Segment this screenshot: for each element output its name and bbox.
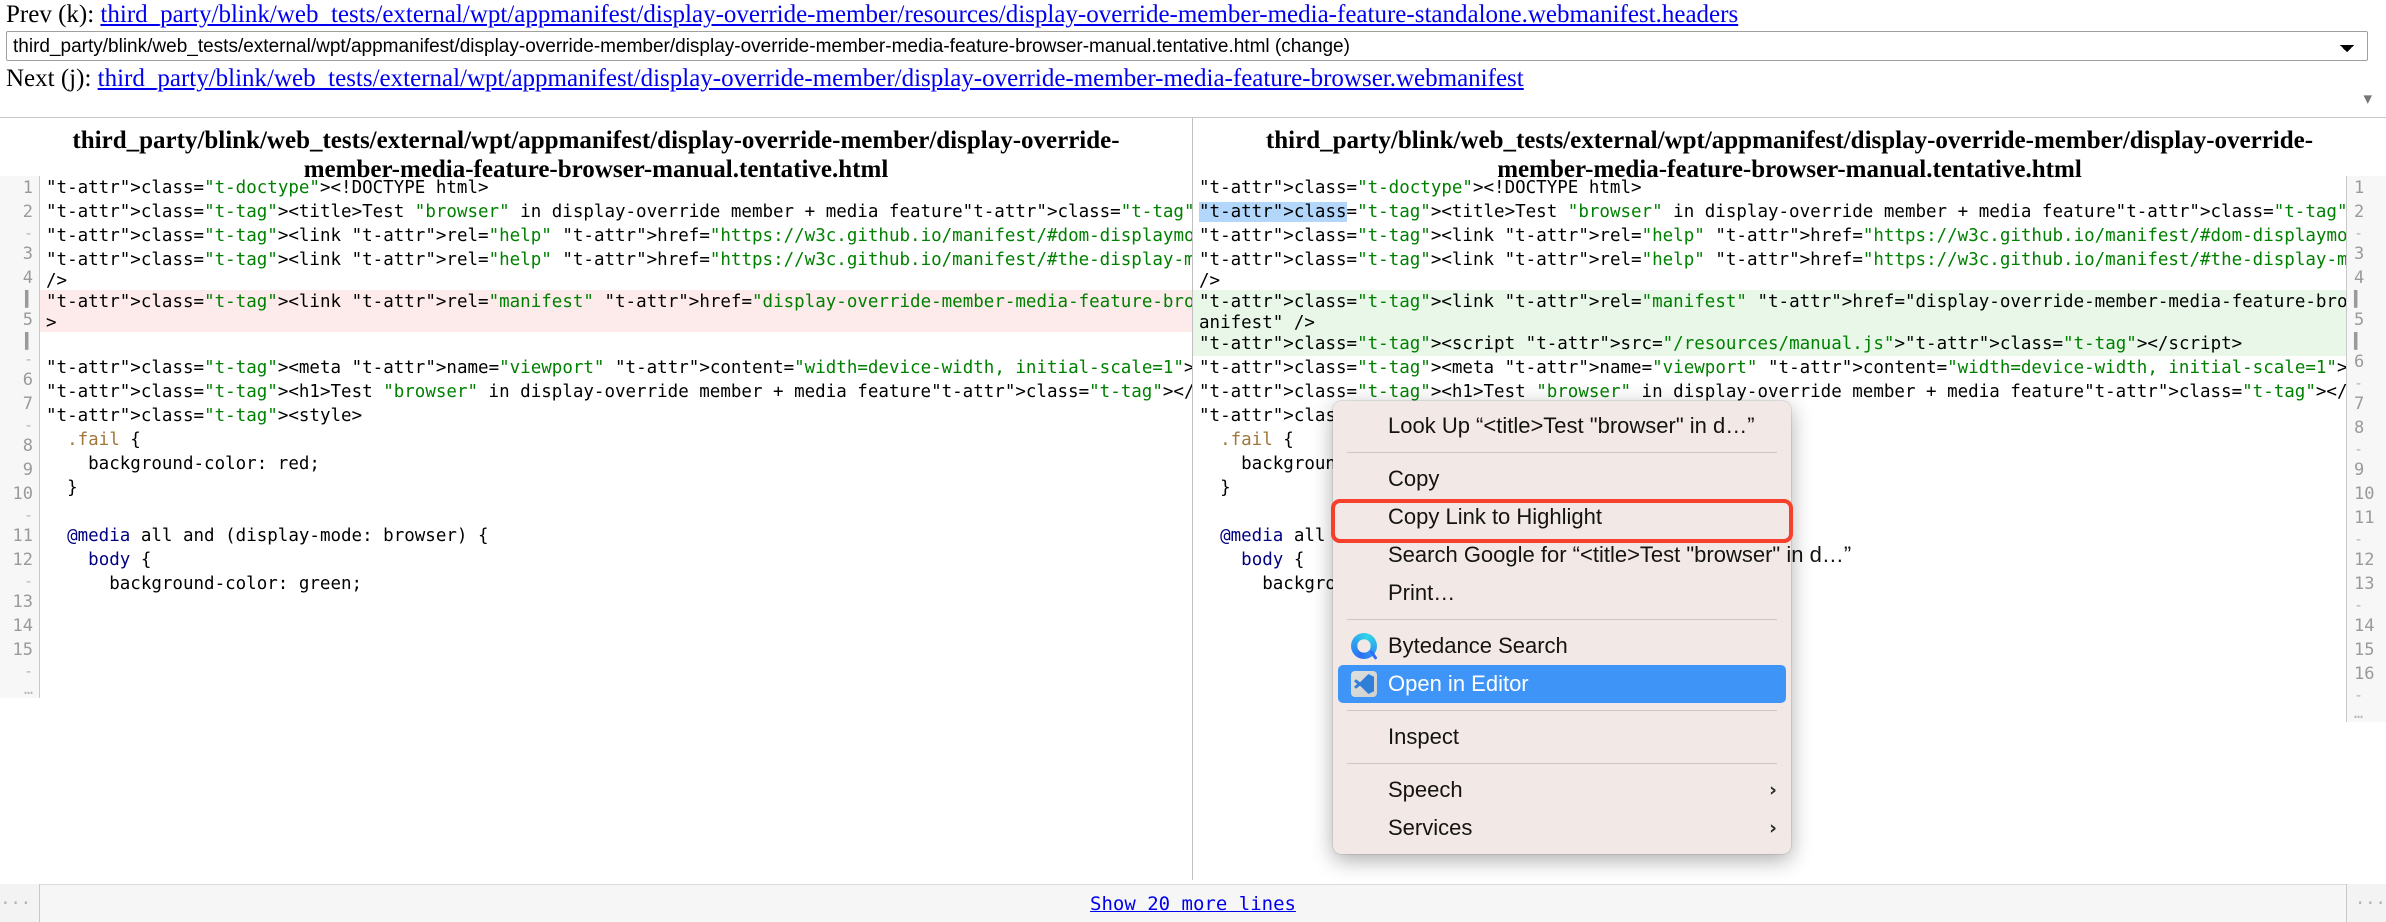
diff-pane-left: third_party/blink/web_tests/external/wpt… bbox=[0, 118, 1193, 880]
prev-file-link[interactable]: third_party/blink/web_tests/external/wpt… bbox=[100, 1, 1738, 28]
menu-item[interactable]: Open in Editor bbox=[1338, 665, 1786, 703]
code-line[interactable] bbox=[40, 332, 1192, 356]
show-more-footer: ... Show 20 more lines ... bbox=[0, 884, 2386, 922]
code-line[interactable]: "t-attr">class="t-tag"><style> bbox=[40, 404, 1192, 428]
code-line[interactable]: body { bbox=[40, 548, 1192, 572]
left-code-column[interactable]: "t-attr">class="t-doctype"><!DOCTYPE htm… bbox=[40, 176, 1192, 698]
code-line[interactable]: /> bbox=[40, 272, 1192, 290]
code-line[interactable]: @media all and (display-mode: browser) { bbox=[40, 524, 1192, 548]
code-line[interactable]: background-color: green; bbox=[40, 572, 1192, 596]
menu-item-label: Inspect bbox=[1388, 724, 1459, 749]
code-line[interactable]: "t-attr">class="t-tag"><link "t-attr">re… bbox=[1193, 248, 2346, 272]
menu-item-icon-placeholder bbox=[1351, 466, 1377, 492]
file-select[interactable]: third_party/blink/web_tests/external/wpt… bbox=[6, 31, 2368, 61]
code-line[interactable]: .fail { bbox=[40, 428, 1192, 452]
menu-separator bbox=[1347, 710, 1777, 711]
file-select-row: third_party/blink/web_tests/external/wpt… bbox=[0, 29, 2386, 64]
menu-item-label: Copy Link to Highlight bbox=[1388, 504, 1603, 529]
code-line[interactable] bbox=[40, 500, 1192, 524]
menu-item-label: Print… bbox=[1388, 580, 1456, 605]
prev-nav-row: Prev (k): third_party/blink/web_tests/ex… bbox=[0, 0, 2386, 29]
menu-item[interactable]: Look Up “<title>Test "browser" in d…” bbox=[1333, 407, 1791, 445]
menu-item-icon-placeholder bbox=[1351, 504, 1377, 530]
menu-item[interactable]: Bytedance Search bbox=[1333, 627, 1791, 665]
menu-item-icon-placeholder bbox=[1351, 815, 1377, 841]
menu-item[interactable]: Services › bbox=[1333, 809, 1791, 847]
menu-item[interactable]: Inspect bbox=[1333, 718, 1791, 756]
code-line[interactable]: background-color: red; bbox=[40, 452, 1192, 476]
menu-item-icon-placeholder bbox=[1351, 777, 1377, 803]
submenu-chevron-icon: › bbox=[1769, 779, 1777, 801]
context-menu[interactable]: Look Up “<title>Test "browser" in d…” Cop… bbox=[1333, 401, 1851, 854]
code-line[interactable]: "t-attr">class="t-tag"><link "t-attr">re… bbox=[1193, 290, 2346, 314]
diff-viewer-page: Prev (k): third_party/blink/web_tests/ex… bbox=[0, 0, 2386, 922]
code-line[interactable]: } bbox=[40, 476, 1192, 500]
code-line[interactable]: "t-attr">class="t-tag"><script "t-attr">… bbox=[1193, 332, 2346, 356]
chevron-double-down-icon[interactable]: ▾ bbox=[2363, 91, 2372, 108]
submenu-chevron-icon: › bbox=[1769, 817, 1777, 839]
menu-item[interactable]: Copy bbox=[1333, 460, 1791, 498]
left-pane-title: third_party/blink/web_tests/external/wpt… bbox=[72, 127, 1120, 183]
code-line[interactable]: "t-attr">class="t-tag"><link "t-attr">re… bbox=[40, 290, 1192, 314]
code-line[interactable]: "t-attr">class="t-tag"><h1>Test "browser… bbox=[40, 380, 1192, 404]
menu-item-icon-placeholder bbox=[1351, 580, 1377, 606]
menu-item-label: Search Google for “<title>Test "browser"… bbox=[1388, 542, 1852, 567]
code-line[interactable]: "t-attr">class="t-tag"><title>Test "brow… bbox=[40, 200, 1192, 224]
right-footer-gutter-dots: ... bbox=[2346, 884, 2386, 922]
next-file-link[interactable]: third_party/blink/web_tests/external/wpt… bbox=[98, 65, 1524, 92]
code-line[interactable]: "t-attr">class="t-doctype"><!DOCTYPE htm… bbox=[40, 176, 1192, 200]
next-nav-row: Next (j): third_party/blink/web_tests/ex… bbox=[0, 64, 2386, 93]
menu-item-label: Copy bbox=[1388, 466, 1440, 491]
code-line[interactable]: "t-attr">class="t-tag"><link "t-attr">re… bbox=[40, 248, 1192, 272]
right-pane-title: third_party/blink/web_tests/external/wpt… bbox=[1265, 127, 2314, 183]
menu-item-label: Look Up “<title>Test "browser" in d…” bbox=[1388, 413, 1755, 438]
menu-item-label: Open in Editor bbox=[1388, 671, 1529, 696]
menu-item-icon-placeholder bbox=[1351, 542, 1377, 568]
menu-item-icon-placeholder bbox=[1351, 724, 1377, 750]
menu-item[interactable]: Print… bbox=[1333, 574, 1791, 612]
menu-separator bbox=[1347, 452, 1777, 453]
menu-item-label: Bytedance Search bbox=[1388, 633, 1568, 658]
code-line[interactable]: anifest" /> bbox=[1193, 314, 2346, 332]
code-line[interactable]: /> bbox=[1193, 272, 2346, 290]
vscode-editor-icon bbox=[1351, 671, 1377, 697]
menu-item[interactable]: Copy Link to Highlight bbox=[1333, 498, 1791, 536]
left-code-body: 1 2-3 4 ▍ 5 ▍ -6 7-8 9 10-11 12-13 14 15-… "t-attr">… bbox=[0, 176, 1192, 698]
code-line[interactable]: "t-attr">class="t-tag"><link "t-attr">re… bbox=[40, 224, 1192, 248]
code-line[interactable]: "t-attr">class="t-tag"><title>Test "brow… bbox=[1193, 200, 2346, 224]
menu-item-label: Services bbox=[1388, 815, 1473, 840]
bytedance-search-icon bbox=[1351, 633, 1377, 659]
code-line[interactable]: "t-attr">class="t-tag"><link "t-attr">re… bbox=[1193, 224, 2346, 248]
next-label: Next (j): bbox=[6, 65, 92, 92]
left-line-number-gutter: 1 2-3 4 ▍ 5 ▍ -6 7-8 9 10-11 12-13 14 15-… bbox=[0, 176, 40, 698]
code-line[interactable]: "t-attr">class="t-tag"><meta "t-attr">na… bbox=[1193, 356, 2346, 380]
code-line[interactable]: > bbox=[40, 314, 1192, 332]
right-line-number-gutter: 1 2-3 4 ▍ 5 ▍ 6-7 8-9 10 11-12 13-14 15 16-… bbox=[2346, 176, 2386, 722]
menu-item-label: Speech bbox=[1388, 777, 1463, 802]
code-line[interactable]: "t-attr">class="t-doctype"><!DOCTYPE htm… bbox=[1193, 176, 2346, 200]
menu-item[interactable]: Speech › bbox=[1333, 771, 1791, 809]
diff-container: third_party/blink/web_tests/external/wpt… bbox=[0, 118, 2386, 880]
menu-separator bbox=[1347, 763, 1777, 764]
collapse-row: ▾ bbox=[0, 91, 2386, 113]
menu-separator bbox=[1347, 619, 1777, 620]
prev-label: Prev (k): bbox=[6, 1, 95, 28]
code-line[interactable]: "t-attr">class="t-tag"><meta "t-attr">na… bbox=[40, 356, 1192, 380]
left-footer-gutter-dots: ... bbox=[0, 884, 40, 922]
menu-item[interactable]: Search Google for “<title>Test "browser"… bbox=[1333, 536, 1851, 574]
show-more-lines-link[interactable]: Show 20 more lines bbox=[1090, 893, 1296, 915]
menu-item-icon-placeholder bbox=[1351, 413, 1377, 439]
